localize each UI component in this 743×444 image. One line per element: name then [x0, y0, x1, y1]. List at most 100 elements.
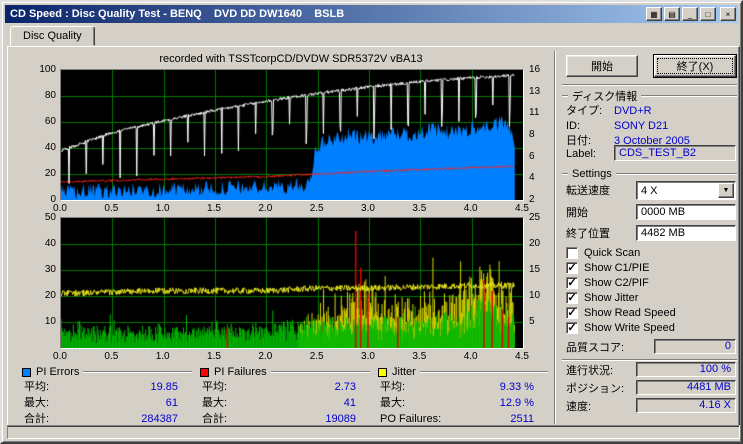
group-line [615, 173, 737, 175]
checkbox-row-quick-scan[interactable]: Quick Scan [566, 245, 737, 260]
axis-tick: 3.5 [412, 351, 427, 362]
axis-tick: 60 [44, 116, 56, 127]
disc-info-title: ディスク情報 [572, 91, 638, 103]
titlebar-panel-icon-1[interactable]: ▦ [646, 7, 662, 21]
legend-stat-row: 最大: 12.9 % [378, 395, 548, 411]
axis-tick: 50 [44, 212, 56, 223]
exit-button[interactable]: 終了(X) [654, 55, 736, 77]
app-window: CD Speed : Disc Quality Test - BENQ DVD … [0, 0, 743, 444]
axis-tick: 3.0 [361, 351, 375, 362]
chevron-down-icon[interactable]: ▼ [718, 183, 734, 198]
legend-stat-row: 平均: 2.73 [200, 379, 370, 395]
legend-stat-value: 61 [165, 397, 178, 409]
chart-area: recorded with TSSTcorpCD/DVDW SDR5372V v… [8, 47, 553, 428]
checkbox-row-show-c2-pif[interactable]: ✓ Show C2/PIF [566, 275, 737, 290]
checkbox-show-write-speed[interactable]: ✓ [566, 321, 578, 334]
titlebar-panel-icon-2[interactable]: ▤ [664, 7, 680, 21]
axis-tick: 1.0 [155, 203, 170, 214]
tab-disc-quality[interactable]: Disc Quality [10, 26, 95, 46]
legend-line [270, 371, 370, 373]
legend-stat-row: 最大: 41 [200, 395, 370, 411]
axis-tick: 0.5 [104, 351, 119, 362]
legend-stat-label: 最大: [380, 397, 406, 409]
checkbox-label-show-jitter: Show Jitter [584, 291, 639, 304]
disc-label-label: Label: [566, 148, 596, 160]
pie-chart-canvas [61, 70, 523, 200]
legend-swatch-icon [378, 367, 387, 377]
checkbox-row-show-write-speed[interactable]: ✓ Show Write Speed [566, 320, 737, 335]
maximize-button[interactable]: □ [700, 7, 716, 21]
axis-tick: 40 [44, 142, 56, 153]
axis-tick: 11 [529, 107, 540, 119]
axis-tick: 80 [44, 90, 56, 101]
pif-chart-canvas [61, 218, 523, 348]
legend-line [419, 371, 548, 373]
legend-stat-value: 19.85 [150, 381, 178, 393]
disc-id-row: ID: SONY D21 [566, 119, 736, 133]
disc-label-value: CDS_TEST_B2 [619, 147, 697, 159]
speed-select[interactable]: 4 X ▼ [636, 181, 736, 200]
axis-tick: 4.0 [463, 351, 478, 362]
axis-tick: 4.5 [515, 351, 529, 362]
axis-tick: 25 [529, 212, 541, 223]
position-value: 4481 MB [686, 381, 731, 393]
speed-current-field: 4.16 X [636, 398, 736, 413]
checkbox-show-jitter[interactable]: ✓ [566, 291, 578, 304]
checkbox-show-read-speed[interactable]: ✓ [566, 306, 578, 319]
close-button[interactable]: × [720, 7, 736, 21]
legend-header: Jitter [378, 365, 548, 379]
end-position-label: 終了位置 [566, 228, 610, 240]
axis-tick: 2.5 [309, 351, 324, 362]
checkbox-quick-scan[interactable] [566, 246, 578, 259]
axis-tick: 1.5 [207, 203, 221, 214]
legend-stat-value: 9.33 % [499, 381, 534, 393]
legend-stat-label: 平均: [202, 381, 228, 393]
disc-type-row: タイプ: DVD+R [566, 104, 736, 118]
disc-date-label: 日付: [566, 135, 592, 147]
disc-type-value: DVD+R [614, 105, 652, 117]
progress-value: 100 % [699, 363, 731, 375]
scan-options: Quick Scan ✓ Show C1/PIE ✓ Show C2/PIF ✓ Show … [566, 245, 737, 335]
legend-header: PI Failures [200, 365, 370, 379]
axis-tick: 2.5 [309, 203, 324, 214]
checkbox-show-c1-pie[interactable]: ✓ [566, 261, 578, 274]
legend-title: Jitter [392, 366, 416, 378]
axis-tick: 1.5 [207, 351, 221, 362]
checkbox-label-quick-scan: Quick Scan [584, 246, 641, 259]
checkbox-label-show-read-speed: Show Read Speed [584, 306, 676, 319]
disc-id-label: ID: [566, 120, 581, 132]
checkbox-show-c2-pif[interactable]: ✓ [566, 276, 578, 289]
minimize-button[interactable]: _ [682, 7, 698, 21]
legend-header: PI Errors [22, 365, 192, 379]
axis-tick: 0.0 [53, 351, 67, 362]
axis-tick: 100 [39, 64, 56, 75]
start-position-label: 開始 [566, 207, 588, 219]
chart-recorded-with-label: recorded with TSSTcorpCD/DVDW SDR5372V v… [159, 53, 423, 65]
quality-score-label: 品質スコア: [566, 342, 625, 354]
checkbox-row-show-jitter[interactable]: ✓ Show Jitter [566, 290, 737, 305]
group-line [641, 95, 737, 97]
checkbox-row-show-read-speed[interactable]: ✓ Show Read Speed [566, 305, 737, 320]
pie-chart-plot [60, 69, 524, 201]
legend-line [83, 371, 192, 373]
separator [562, 359, 737, 361]
vertical-separator [554, 51, 556, 424]
axis-tick: 20 [44, 168, 56, 179]
legend-stat-value: 41 [343, 397, 356, 409]
legend-stat-value: 12.9 % [499, 397, 534, 409]
checkbox-row-show-c1-pie[interactable]: ✓ Show C1/PIE [566, 260, 737, 275]
checkbox-label-show-write-speed: Show Write Speed [584, 321, 675, 334]
legend-stat-value: 2.73 [334, 381, 356, 393]
end-position-field[interactable]: 4482 MB [636, 225, 736, 241]
position-label: ポジション: [566, 383, 625, 395]
settings-header: Settings [562, 168, 737, 180]
start-button[interactable]: 開始 [566, 55, 638, 77]
start-position-field[interactable]: 0000 MB [636, 204, 736, 220]
progress-field: 100 % [636, 362, 736, 377]
axis-tick: 20 [44, 290, 56, 301]
disc-id-value: SONY D21 [614, 120, 669, 132]
end-position-value: 4482 MB [641, 227, 686, 239]
